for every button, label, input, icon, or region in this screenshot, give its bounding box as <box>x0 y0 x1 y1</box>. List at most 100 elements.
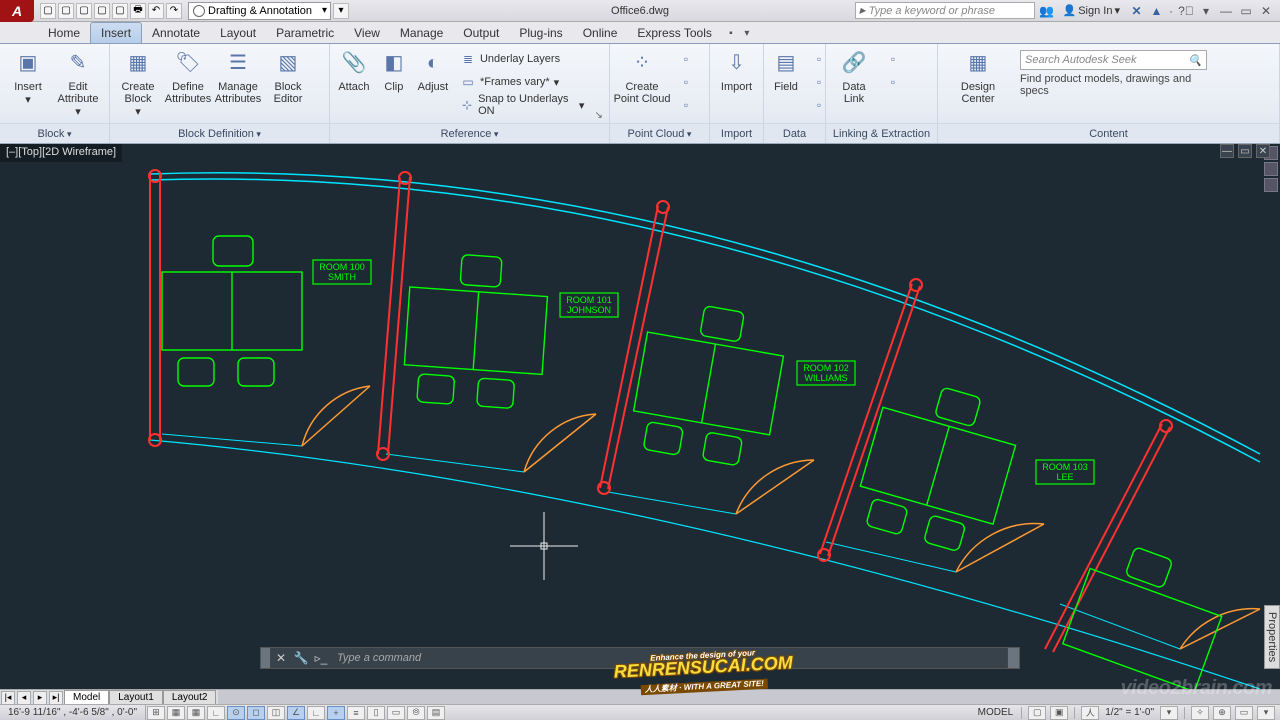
coordinates-display[interactable]: 16'-9 11/16" , -4'-6 5/8" , 0'-0" <box>0 705 146 720</box>
undo-icon[interactable]: ↶ <box>148 3 164 19</box>
ribbon-min-icon[interactable]: ▾ <box>740 26 754 40</box>
import-button[interactable]: ⇩Import <box>714 46 759 95</box>
am-icon[interactable]: ▤ <box>427 706 445 720</box>
snap-icon[interactable]: ▦ <box>167 706 185 720</box>
sr4-icon[interactable]: ✧ <box>1191 706 1209 720</box>
sr5-icon[interactable]: ⊕ <box>1213 706 1231 720</box>
infer-icon[interactable]: ⊞ <box>147 706 165 720</box>
tab-express[interactable]: Express Tools <box>627 23 721 43</box>
cmd-close-icon[interactable]: ✕ <box>271 648 291 668</box>
cmd-input[interactable]: Type a command <box>331 652 1007 664</box>
dyn-icon[interactable]: + <box>327 706 345 720</box>
tab-parametric[interactable]: Parametric <box>266 23 344 43</box>
viewport-close-icon[interactable]: ✕ <box>1256 144 1270 158</box>
panel-block-title[interactable]: Block <box>38 128 72 140</box>
lwt-icon[interactable]: ≡ <box>347 706 365 720</box>
tab-plugins[interactable]: Plug-ins <box>509 23 572 43</box>
drawing-area[interactable]: [–][Top][2D Wireframe] — ▭ ✕ Properties <box>0 144 1280 689</box>
panel-blockdef-title[interactable]: Block Definition <box>178 128 261 140</box>
tab-annotate[interactable]: Annotate <box>142 23 210 43</box>
restore-icon[interactable]: ▭ <box>1238 3 1254 19</box>
saveas-icon[interactable]: ▢ <box>94 3 110 19</box>
ltab-next-icon[interactable]: ▸ <box>33 691 47 705</box>
help-icon[interactable]: ?⃝ <box>1178 3 1194 19</box>
redo-icon[interactable]: ↷ <box>166 3 182 19</box>
tab-output[interactable]: Output <box>453 23 509 43</box>
viewport-max-icon[interactable]: ▭ <box>1238 144 1252 158</box>
create-pointcloud-button[interactable]: ⁘Create Point Cloud <box>614 46 670 107</box>
app-logo[interactable]: A <box>0 0 34 22</box>
insert-block-button[interactable]: ▣Insert▾ <box>4 46 52 108</box>
sr2-icon[interactable]: ▣ <box>1050 706 1068 720</box>
create-block-button[interactable]: ▦Create Block▾ <box>114 46 162 120</box>
layout-tab-model[interactable]: Model <box>64 690 109 704</box>
ortho-icon[interactable]: ∟ <box>207 706 225 720</box>
ltab-first-icon[interactable]: |◂ <box>1 691 15 705</box>
pointcloud-sub3[interactable]: ▫ <box>674 94 698 116</box>
tray-settings-icon[interactable]: ▾ <box>1257 706 1275 720</box>
workspace-picker[interactable]: Drafting & Annotation <box>188 2 331 20</box>
otrack-icon[interactable]: ∠ <box>287 706 305 720</box>
attach-button[interactable]: 📎Attach <box>334 46 374 95</box>
tab-view[interactable]: View <box>344 23 390 43</box>
nav-zoom-icon[interactable] <box>1264 178 1278 192</box>
command-line[interactable]: ✕ 🔧 ▹_ Type a command <box>260 647 1020 669</box>
define-attributes-button[interactable]: 🏷Define Attributes <box>164 46 212 107</box>
print-icon[interactable]: 🖶 <box>130 3 146 19</box>
block-editor-button[interactable]: ▧Block Editor <box>264 46 312 107</box>
underlay-layers-button[interactable]: ≣Underlay Layers <box>456 48 588 70</box>
search-icon[interactable]: 👥 <box>1039 3 1055 19</box>
pointcloud-sub2[interactable]: ▫ <box>674 71 698 93</box>
sign-in-button[interactable]: 👤 Sign In ▾ <box>1059 4 1124 17</box>
cmd-drag-handle[interactable] <box>261 648 271 668</box>
ltab-prev-icon[interactable]: ◂ <box>17 691 31 705</box>
viewport-control[interactable]: [–][Top][2D Wireframe] <box>0 144 122 162</box>
qp-icon[interactable]: ▭ <box>387 706 405 720</box>
design-center-button[interactable]: ▦Design Center <box>942 46 1014 107</box>
status-model[interactable]: MODEL <box>975 707 1017 718</box>
tab-insert[interactable]: Insert <box>90 22 142 43</box>
ducs-icon[interactable]: ∟ <box>307 706 325 720</box>
adjust-button[interactable]: ◐Adjust <box>414 46 452 95</box>
tab-focus-icon[interactable]: ▪ <box>724 26 738 40</box>
qat-more-icon[interactable]: ▾ <box>333 3 349 19</box>
sc-icon[interactable]: ⦾ <box>407 706 425 720</box>
nav-pan-icon[interactable] <box>1264 162 1278 176</box>
osnap-icon[interactable]: ◻ <box>247 706 265 720</box>
tab-home[interactable]: Home <box>38 23 90 43</box>
appstore-icon[interactable]: ▲ <box>1148 3 1164 19</box>
help-dropdown-icon[interactable]: ▾ <box>1198 3 1214 19</box>
field-button[interactable]: ▤Field <box>768 46 804 95</box>
new-icon[interactable]: ▢ <box>40 3 56 19</box>
snap-underlays-button[interactable]: ⊹Snap to Underlays ON ▾ <box>456 94 588 116</box>
cmd-expand-icon[interactable] <box>1007 648 1019 668</box>
cmd-tools-icon[interactable]: 🔧 <box>291 648 311 668</box>
close-icon[interactable]: ✕ <box>1258 3 1274 19</box>
save-icon[interactable]: ▢ <box>76 3 92 19</box>
link-sub2[interactable]: ▫ <box>882 71 904 93</box>
3dosnap-icon[interactable]: ◫ <box>267 706 285 720</box>
layout-tab-layout2[interactable]: Layout2 <box>163 690 217 704</box>
annoscale-icon[interactable]: 人 <box>1081 706 1099 720</box>
annotation-scale[interactable]: 1/2" = 1'-0" <box>1102 707 1157 718</box>
pointcloud-sub1[interactable]: ▫ <box>674 48 698 70</box>
properties-palette-tab[interactable]: Properties <box>1264 605 1280 669</box>
polar-icon[interactable]: ⊙ <box>227 706 245 720</box>
reference-dialog-launcher[interactable]: ↘ <box>592 46 605 123</box>
edit-attribute-button[interactable]: ✎Edit Attribute▾ <box>54 46 102 120</box>
plot-icon[interactable]: ▢ <box>112 3 128 19</box>
viewport-min-icon[interactable]: — <box>1220 144 1234 158</box>
panel-reference-title[interactable]: Reference <box>441 128 499 140</box>
frames-button[interactable]: ▭*Frames vary* ▾ <box>456 71 588 93</box>
tab-manage[interactable]: Manage <box>390 23 453 43</box>
link-sub1[interactable]: ▫ <box>882 48 904 70</box>
manage-attributes-button[interactable]: ☰Manage Attributes <box>214 46 262 107</box>
open-icon[interactable]: ▢ <box>58 3 74 19</box>
tpy-icon[interactable]: ▯ <box>367 706 385 720</box>
minimize-icon[interactable]: — <box>1218 3 1234 19</box>
exchange-icon[interactable]: ✕ <box>1128 3 1144 19</box>
infocenter-search[interactable]: Type a keyword or phrase <box>855 2 1035 19</box>
datalink-button[interactable]: 🔗Data Link <box>830 46 878 107</box>
sr1-icon[interactable]: ▢ <box>1028 706 1046 720</box>
sr6-icon[interactable]: ▭ <box>1235 706 1253 720</box>
